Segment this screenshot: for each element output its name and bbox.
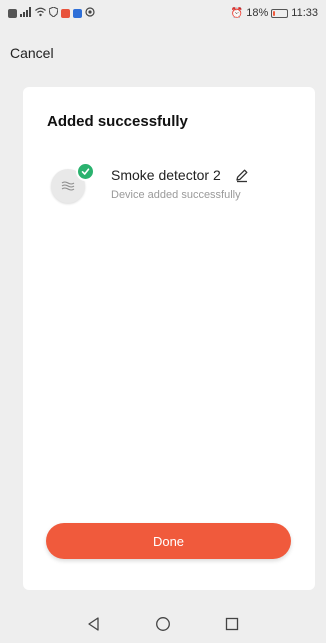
cancel-button[interactable]: Cancel [10, 45, 54, 61]
device-status-text: Device added successfully [111, 189, 241, 201]
status-icons [8, 5, 95, 20]
status-right: ⏰ 18% 11:33 [231, 7, 318, 19]
camera-icon [85, 6, 95, 20]
sim-icon [8, 8, 17, 18]
result-card: Added successfully Smoke detector 2 Devi… [23, 87, 315, 590]
success-check-icon [76, 162, 95, 181]
device-name: Smoke detector 2 [111, 167, 221, 183]
home-nav-icon[interactable] [151, 612, 175, 636]
battery-percent: 18% [246, 7, 269, 19]
app-notification-icon-2 [73, 8, 82, 18]
back-nav-icon[interactable] [82, 612, 106, 636]
signal-icon [20, 6, 32, 20]
edit-name-icon[interactable] [234, 167, 250, 188]
navigation-bar [0, 605, 326, 643]
wifi-icon [35, 7, 46, 20]
app-notification-icon [61, 8, 70, 18]
battery-fill [273, 10, 276, 16]
battery-icon [271, 8, 289, 18]
recents-nav-icon[interactable] [220, 612, 244, 636]
page-title: Added successfully [47, 113, 188, 130]
done-button[interactable]: Done [46, 523, 291, 559]
alarm-icon: ⏰ [230, 7, 244, 19]
status-bar: ⏰ 18% 11:33 [0, 0, 326, 26]
device-item: Smoke detector 2 Device added successful… [51, 162, 301, 213]
status-time: 11:33 [291, 7, 318, 19]
shield-icon [48, 5, 59, 20]
